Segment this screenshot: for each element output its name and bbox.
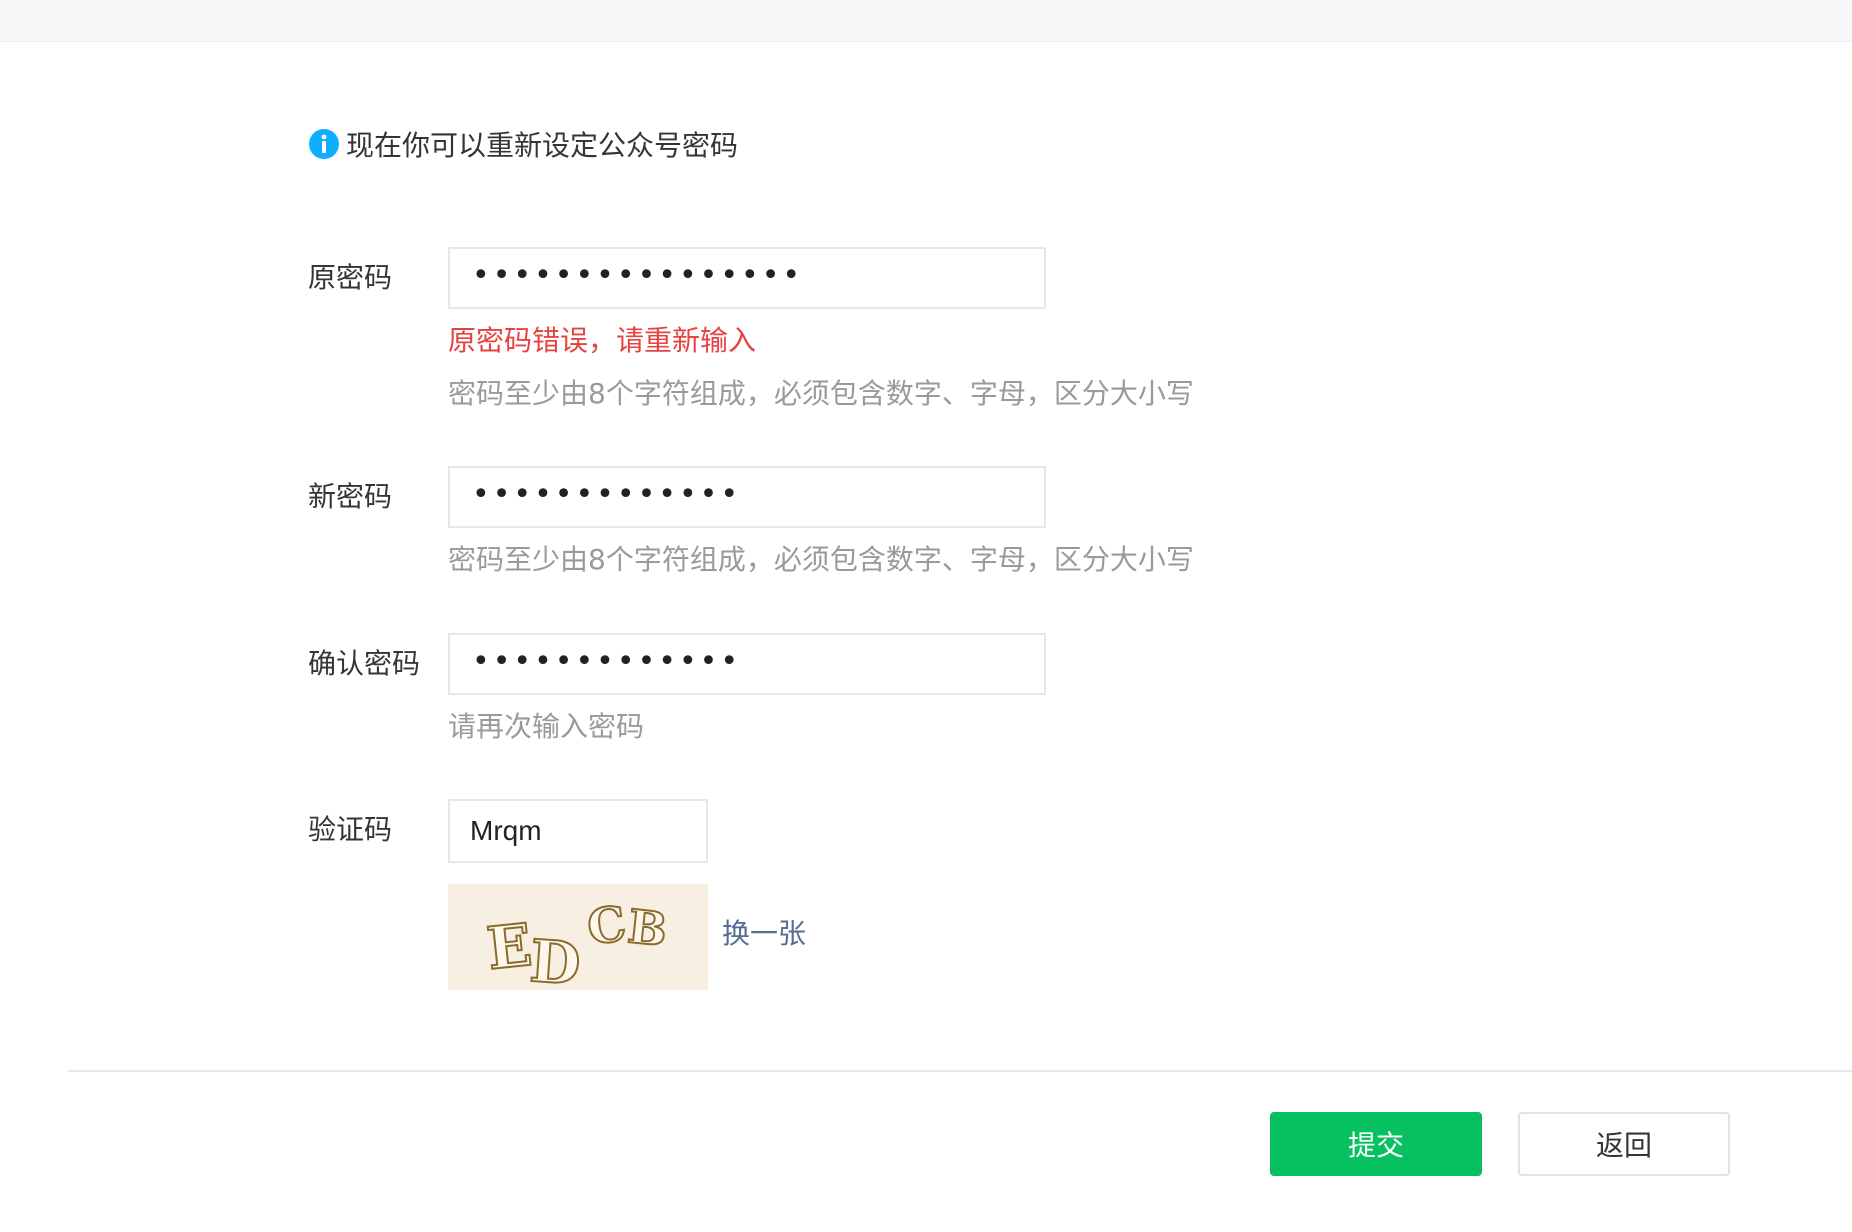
old-password-masked-value: ••••••••••••••••	[472, 258, 804, 293]
captcha-char-2: D	[528, 927, 583, 990]
captcha-label: 验证码	[308, 813, 393, 846]
captcha-char-3: C	[584, 896, 630, 957]
new-password-input[interactable]: •••••••••••••	[448, 466, 1046, 528]
captcha-image: E D C B	[448, 884, 708, 999]
top-bar	[0, 0, 1852, 42]
old-password-label: 原密码	[308, 261, 393, 294]
new-password-masked-value: •••••••••••••	[472, 477, 742, 512]
captcha-image-graphic: E D C B	[448, 884, 708, 999]
notice-text: 现在你可以重新设定公众号密码	[346, 129, 739, 162]
captcha-input-value: Mrqm	[470, 815, 542, 846]
confirm-password-masked-value: •••••••••••••	[472, 644, 742, 679]
old-password-error: 原密码错误，请重新输入	[448, 324, 757, 357]
confirm-password-label: 确认密码	[308, 647, 421, 680]
old-password-input[interactable]: ••••••••••••••••	[448, 247, 1046, 309]
captcha-char-4: B	[625, 899, 669, 957]
old-password-hint: 密码至少由8个字符组成，必须包含数字、字母，区分大小写	[448, 377, 1194, 410]
back-button[interactable]: 返回	[1518, 1112, 1730, 1176]
info-icon	[309, 129, 339, 159]
captcha-refresh-link[interactable]: 换一张	[722, 914, 806, 954]
confirm-password-hint: 请再次输入密码	[448, 710, 645, 743]
notice-banner: 现在你可以重新设定公众号密码	[308, 124, 738, 164]
submit-button[interactable]: 提交	[1270, 1112, 1482, 1176]
new-password-label: 新密码	[308, 480, 393, 513]
captcha-input[interactable]: Mrqm	[448, 799, 708, 863]
new-password-hint: 密码至少由8个字符组成，必须包含数字、字母，区分大小写	[448, 543, 1194, 576]
footer-divider	[68, 1070, 1852, 1072]
confirm-password-input[interactable]: •••••••••••••	[448, 633, 1046, 695]
captcha-char-1: E	[484, 911, 535, 983]
